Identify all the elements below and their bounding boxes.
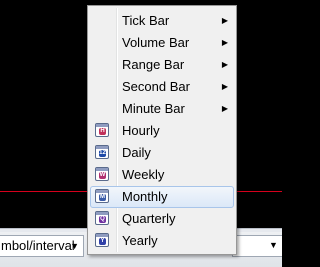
- calendar-year-icon: Y: [95, 233, 109, 247]
- chevron-down-icon[interactable]: ▼: [269, 240, 278, 250]
- symbol-interval-combo[interactable]: mbol/interval ▼: [0, 235, 84, 257]
- menu-item-range-bar[interactable]: Range Bar ▶: [90, 54, 234, 76]
- icon-badge: Y: [99, 238, 106, 245]
- calendar-quarter-icon: Q: [95, 211, 109, 225]
- secondary-combo[interactable]: ▼: [232, 235, 282, 257]
- menu-item-monthly[interactable]: M Monthly: [90, 186, 234, 208]
- submenu-arrow-icon: ▶: [221, 82, 228, 91]
- icon-badge: M: [99, 194, 106, 201]
- submenu-arrow-icon: ▶: [221, 16, 228, 25]
- menu-item-hourly[interactable]: H Hourly: [90, 120, 234, 142]
- calendar-hour-icon: H: [95, 123, 109, 137]
- submenu-arrow-icon: ▶: [221, 60, 228, 69]
- menu-item-yearly[interactable]: Y Yearly: [90, 230, 234, 252]
- menu-item-label: Monthly: [122, 189, 168, 204]
- icon-badge: Q: [99, 216, 106, 223]
- menu-item-tick-bar[interactable]: Tick Bar ▶: [90, 10, 234, 32]
- submenu-arrow-icon: ▶: [221, 104, 228, 113]
- menu-item-label: Range Bar: [122, 57, 185, 72]
- menu-item-label: Tick Bar: [122, 13, 170, 28]
- menu-item-second-bar[interactable]: Second Bar ▶: [90, 76, 234, 98]
- menu-item-minute-bar[interactable]: Minute Bar ▶: [90, 98, 234, 120]
- menu-item-quarterly[interactable]: Q Quarterly: [90, 208, 234, 230]
- icon-badge: 12: [99, 150, 106, 157]
- calendar-day-icon: 12: [95, 145, 109, 159]
- chevron-down-icon[interactable]: ▼: [70, 236, 79, 256]
- menu-item-label: Second Bar: [122, 79, 190, 94]
- menu-item-label: Yearly: [122, 233, 158, 248]
- menu-item-daily[interactable]: 12 Daily: [90, 142, 234, 164]
- menu-item-label: Volume Bar: [122, 35, 190, 50]
- menu-item-label: Minute Bar: [122, 101, 185, 116]
- submenu-arrow-icon: ▶: [221, 38, 228, 47]
- menu-item-label: Daily: [122, 145, 151, 160]
- menu-item-label: Weekly: [122, 167, 165, 182]
- menu-item-volume-bar[interactable]: Volume Bar ▶: [90, 32, 234, 54]
- symbol-interval-text: mbol/interval: [1, 238, 75, 253]
- bar-period-context-menu: Tick Bar ▶ Volume Bar ▶ Range Bar ▶ Seco…: [87, 5, 237, 255]
- icon-badge: H: [99, 128, 106, 135]
- icon-badge: W: [99, 172, 106, 179]
- menu-item-label: Quarterly: [122, 211, 176, 226]
- calendar-week-icon: W: [95, 167, 109, 181]
- calendar-month-icon: M: [95, 189, 109, 203]
- menu-item-label: Hourly: [122, 123, 160, 138]
- menu-item-weekly[interactable]: W Weekly: [90, 164, 234, 186]
